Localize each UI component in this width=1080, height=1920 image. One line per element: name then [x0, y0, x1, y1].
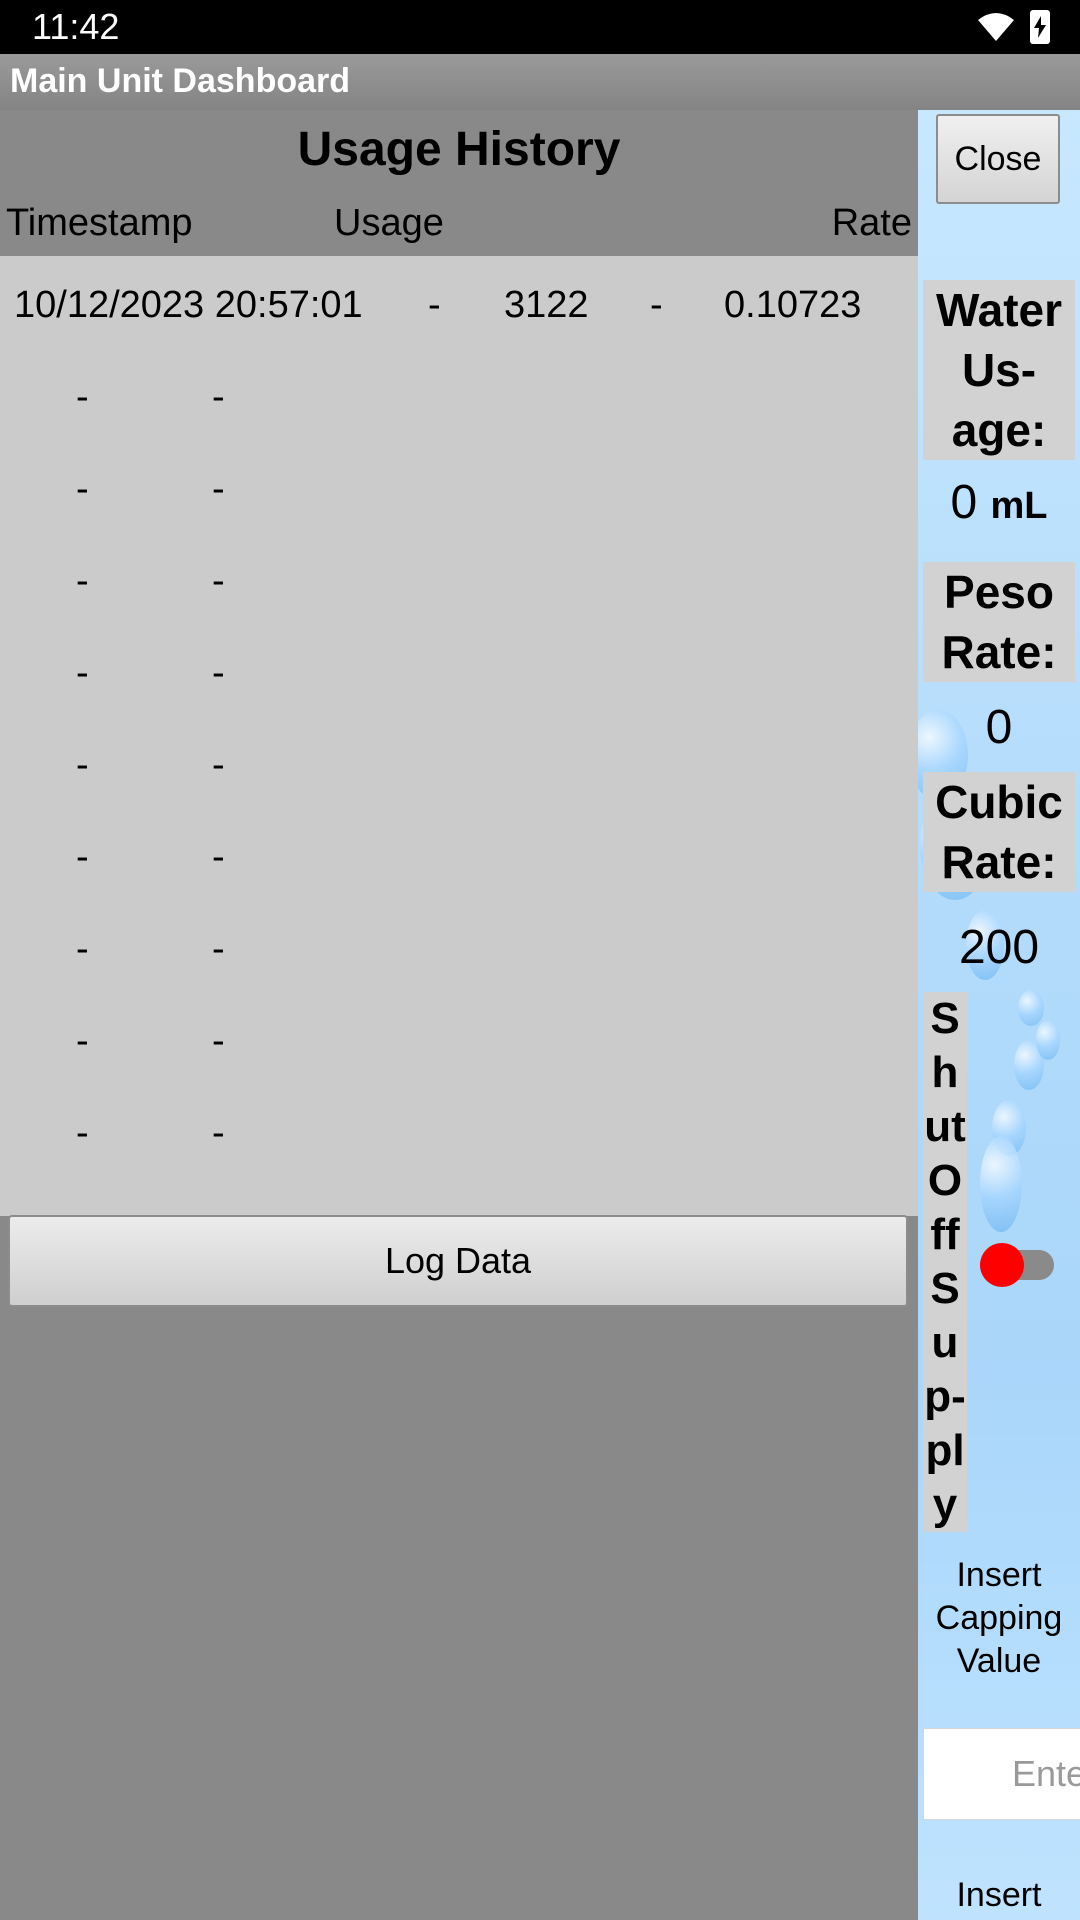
history-row[interactable]: - - [0, 624, 918, 716]
app-title: Main Unit Dashboard [10, 62, 351, 100]
capping-value-input[interactable]: Ente [923, 1728, 1080, 1820]
capping-value-label: Insert Capping Value [935, 1556, 1063, 1680]
status-time: 11:42 [32, 6, 120, 47]
row-placeholder: - [76, 652, 89, 694]
history-row[interactable]: - - [0, 440, 918, 532]
control-side-panel: Close Water Us-age: 0 mL Peso Rate: 0 Cu… [918, 110, 1080, 1920]
row-placeholder: - [76, 376, 89, 418]
row-placeholder: - [76, 1112, 89, 1154]
history-row[interactable]: - - [0, 992, 918, 1084]
row-usage: 3122 [504, 284, 589, 326]
row-placeholder: - [212, 1020, 225, 1062]
history-row[interactable]: - - [0, 900, 918, 992]
row-separator: - [650, 284, 663, 326]
row-placeholder: - [76, 560, 89, 602]
column-header-rate: Rate [831, 202, 912, 244]
cubic-rate-value: 200 [958, 921, 1040, 974]
water-usage-readout: 0 mL [918, 475, 1080, 530]
battery-charging-icon [1030, 10, 1050, 44]
row-placeholder: - [212, 1112, 225, 1154]
app-bar: Main Unit Dashboard [0, 54, 1080, 110]
row-placeholder: - [212, 652, 225, 694]
history-row[interactable]: - - [0, 808, 918, 900]
row-placeholder: - [212, 836, 225, 878]
row-placeholder: - [76, 1020, 89, 1062]
cubic-rate-input-label: Insert Cubic Rate [956, 1876, 1043, 1920]
history-row[interactable]: - - [0, 1084, 918, 1176]
cubic-rate-label: Cubic Rate: [923, 772, 1075, 892]
row-placeholder: - [212, 376, 225, 418]
row-separator: - [428, 284, 441, 326]
shutoff-supply-label: ShutOffSup-ply [923, 992, 967, 1532]
usage-history-list[interactable]: 10/12/2023 20:57:01 - 3122 - 0.10723 - -… [0, 256, 918, 1216]
peso-rate-label: Peso Rate: [923, 562, 1075, 682]
bubble-decoration [1018, 990, 1044, 1026]
row-placeholder: - [212, 468, 225, 510]
status-bar: 11:42 [0, 0, 1080, 54]
history-row[interactable]: - - [0, 716, 918, 808]
close-button[interactable]: Close [936, 114, 1060, 204]
row-placeholder: - [212, 928, 225, 970]
water-usage-value: 0 [950, 476, 978, 529]
column-header-timestamp: Timestamp [6, 202, 193, 244]
row-placeholder: - [212, 744, 225, 786]
row-placeholder: - [212, 560, 225, 602]
history-row[interactable]: - - [0, 532, 918, 624]
history-row[interactable]: - - [0, 348, 918, 440]
row-rate: 0.10723 [724, 284, 862, 326]
water-usage-unit: mL [990, 485, 1048, 527]
row-placeholder: - [76, 744, 89, 786]
row-placeholder: - [76, 928, 89, 970]
history-row[interactable]: 10/12/2023 20:57:01 - 3122 - 0.10723 [0, 256, 918, 348]
column-header-usage: Usage [334, 202, 444, 244]
bubble-decoration [1036, 1020, 1060, 1060]
water-usage-label: Water Us-age: [923, 280, 1075, 460]
row-placeholder: - [76, 836, 89, 878]
usage-history-panel: Usage History Timestamp Usage Rate 10/12… [0, 110, 918, 1920]
shutoff-toggle-thumb[interactable] [980, 1243, 1024, 1287]
row-timestamp: 10/12/2023 20:57:01 [14, 284, 363, 326]
row-placeholder: - [76, 468, 89, 510]
wifi-icon [978, 13, 1014, 41]
log-data-button[interactable]: Log Data [8, 1215, 908, 1307]
peso-rate-value: 0 [985, 701, 1013, 754]
bubble-decoration [980, 1136, 1022, 1232]
usage-history-title: Usage History [297, 123, 621, 176]
